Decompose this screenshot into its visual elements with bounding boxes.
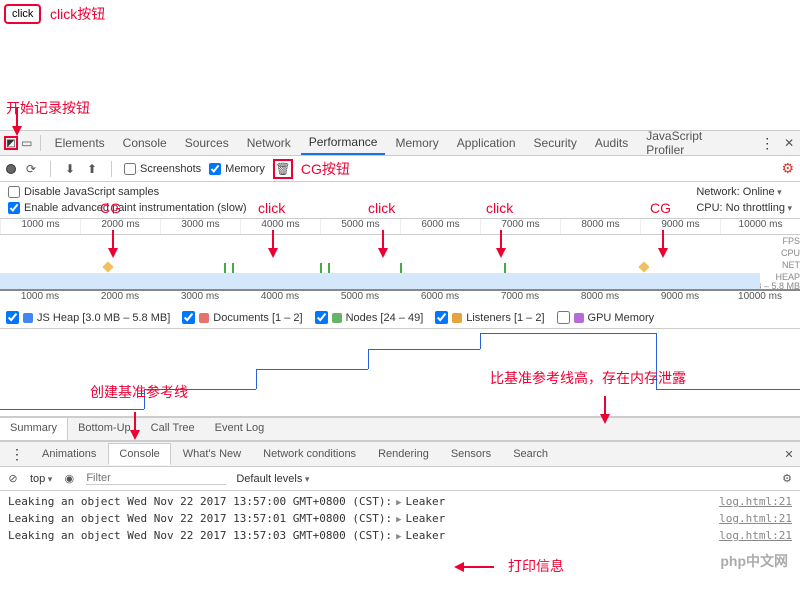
cpu-select[interactable]: No throttling [726, 202, 792, 214]
settings-gear-icon[interactable]: ⚙ [781, 160, 794, 177]
levels-select[interactable]: Default levels [236, 473, 309, 485]
tab-elements[interactable]: Elements [47, 132, 113, 154]
upload-icon[interactable]: ⬆ [85, 162, 99, 176]
memory-chart[interactable] [0, 329, 800, 417]
nodes-toggle[interactable] [315, 311, 328, 324]
anno-start-record: 开始记录按钮 [6, 98, 90, 118]
clear-console-icon[interactable]: ⊘ [6, 472, 20, 486]
enable-paint[interactable]: Enable advanced paint instrumentation (s… [8, 202, 247, 214]
anno-click-btn: click按钮 [50, 4, 105, 24]
trash-icon: 🗑 [276, 162, 290, 176]
console-row: Leaking an object Wed Nov 22 2017 13:57:… [0, 493, 800, 510]
watermark: php中文网 [720, 551, 788, 571]
context-select[interactable]: top [30, 473, 52, 485]
console-toolbar: ⊘ top ◉ Default levels ⚙ [0, 467, 800, 491]
drawer-tabs: ⋮ Animations Console What's New Network … [0, 441, 800, 467]
tab-jsprofiler[interactable]: JavaScript Profiler [638, 125, 750, 161]
tab-application[interactable]: Application [449, 132, 524, 154]
drawer-whatsnew[interactable]: What's New [173, 444, 251, 464]
drawer-sensors[interactable]: Sensors [441, 444, 501, 464]
console-settings-icon[interactable]: ⚙ [780, 472, 794, 486]
page-click-button[interactable]: click [4, 4, 41, 24]
tab-console[interactable]: Console [115, 132, 175, 154]
drawer-netcond[interactable]: Network conditions [253, 444, 366, 464]
tab-performance[interactable]: Performance [301, 131, 386, 155]
eye-icon[interactable]: ◉ [62, 472, 76, 486]
drawer-close-icon[interactable]: ✕ [782, 447, 796, 461]
reload-icon[interactable]: ⟳ [24, 162, 38, 176]
memory-checkbox[interactable]: Memory [209, 163, 265, 175]
record-button[interactable] [6, 164, 16, 174]
listeners-toggle[interactable] [435, 311, 448, 324]
overview-labels: FPSCPUNETHEAP [775, 235, 800, 283]
console-filter-input[interactable] [86, 472, 226, 485]
device-icon[interactable]: ▭ [20, 136, 34, 150]
gpu-toggle[interactable] [557, 311, 570, 324]
network-select[interactable]: Online [743, 186, 782, 198]
disable-js-samples[interactable]: Disable JavaScript samples [8, 186, 247, 198]
memory-legend: JS Heap [3.0 MB – 5.8 MB] Documents [1 –… [0, 307, 800, 329]
details-tabs: Summary Bottom-Up Call Tree Event Log [0, 417, 800, 441]
drawer-console[interactable]: Console [108, 443, 170, 465]
separator [40, 135, 41, 151]
drawer-search[interactable]: Search [503, 444, 558, 464]
timeline-ruler-top[interactable]: 1000 ms2000 ms3000 ms4000 ms5000 ms6000 … [0, 219, 800, 235]
docs-toggle[interactable] [182, 311, 195, 324]
perf-settings: Disable JavaScript samples Enable advanc… [0, 182, 800, 219]
gc-marker [102, 261, 113, 272]
devtools-panel: ◩ ▭ Elements Console Sources Network Per… [0, 130, 800, 593]
inspect-icon[interactable]: ◩ [4, 136, 18, 150]
tab-calltree[interactable]: Call Tree [141, 418, 205, 440]
source-link[interactable]: log.html:21 [719, 512, 792, 525]
devtools-tabbar: ◩ ▭ Elements Console Sources Network Per… [0, 130, 800, 156]
timeline-ruler-bottom: 1000 ms2000 ms3000 ms4000 ms5000 ms6000 … [0, 291, 800, 307]
drawer-rendering[interactable]: Rendering [368, 444, 439, 464]
tab-security[interactable]: Security [526, 132, 585, 154]
tab-network[interactable]: Network [239, 132, 299, 154]
download-icon[interactable]: ⬇ [63, 162, 77, 176]
arrow-icon [12, 126, 22, 136]
screenshots-checkbox[interactable]: Screenshots [124, 163, 201, 175]
tab-eventlog[interactable]: Event Log [205, 418, 275, 440]
drawer-animations[interactable]: Animations [32, 444, 106, 464]
anno-cg-btn: CG按钮 [301, 159, 350, 179]
console-output: Leaking an object Wed Nov 22 2017 13:57:… [0, 491, 800, 546]
gc-button[interactable]: 🗑 [273, 159, 293, 179]
source-link[interactable]: log.html:21 [719, 529, 792, 542]
console-row: Leaking an object Wed Nov 22 2017 13:57:… [0, 510, 800, 527]
tab-memory[interactable]: Memory [387, 132, 446, 154]
source-link[interactable]: log.html:21 [719, 495, 792, 508]
tab-summary[interactable]: Summary [0, 418, 68, 440]
jsheap-toggle[interactable] [6, 311, 19, 324]
overview-pane[interactable]: FPSCPUNETHEAP 3.0 MB – 5.8 MB [0, 235, 800, 291]
drawer-more-icon[interactable]: ⋮ [4, 446, 30, 463]
tab-audits[interactable]: Audits [587, 132, 636, 154]
more-icon[interactable]: ⋮ [754, 135, 780, 152]
tab-sources[interactable]: Sources [177, 132, 237, 154]
close-icon[interactable]: ✕ [782, 136, 796, 150]
gc-marker [638, 261, 649, 272]
console-row: Leaking an object Wed Nov 22 2017 13:57:… [0, 527, 800, 544]
